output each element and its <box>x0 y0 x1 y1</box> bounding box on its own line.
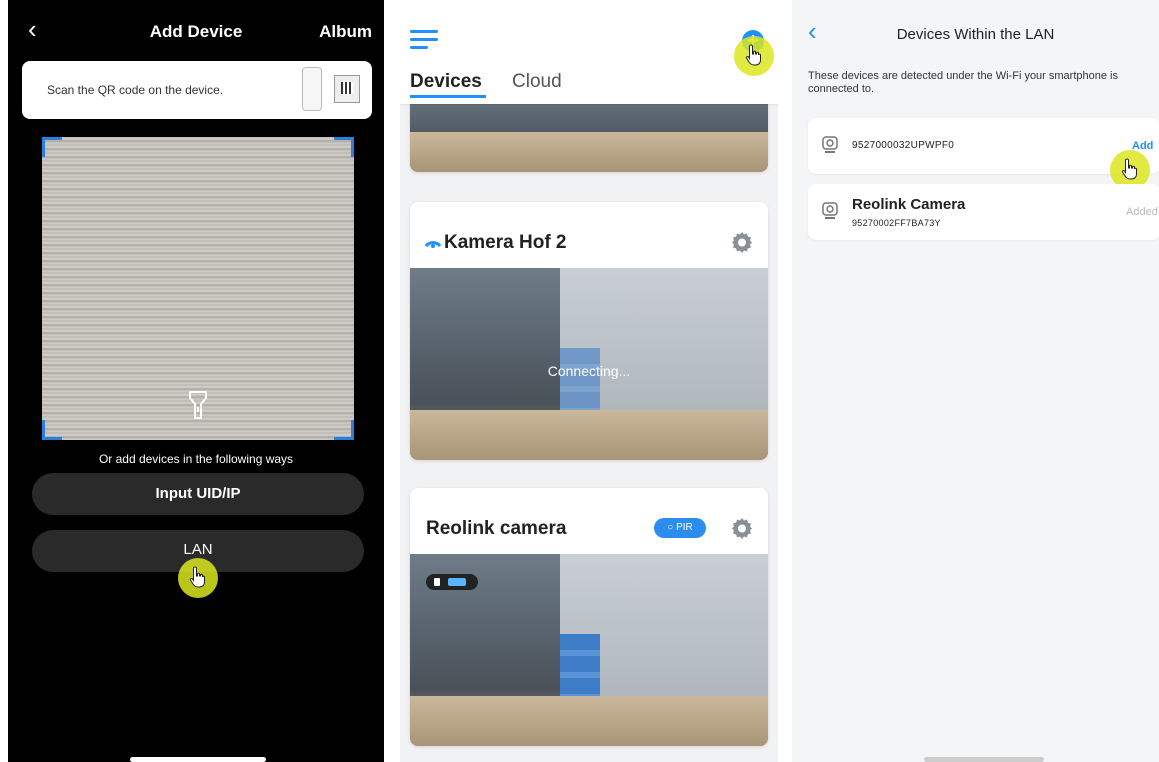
device-name: Kamera Hof 2 <box>444 232 567 253</box>
hand-pointer-icon <box>189 566 205 588</box>
tap-indicator <box>178 558 218 598</box>
hand-pointer-icon <box>745 44 761 66</box>
added-status: Added <box>1126 206 1158 218</box>
alternative-ways-text: Or add devices in the following ways <box>98 452 294 466</box>
viewfinder-corner <box>42 137 62 157</box>
lan-device-row[interactable]: 9527000032UPWPF0 Add <box>808 118 1159 190</box>
gear-icon[interactable] <box>730 516 754 540</box>
preview-boxes <box>560 348 600 418</box>
qr-code-illustration-icon <box>334 75 360 103</box>
camera-preview[interactable] <box>410 554 768 746</box>
preview-floor <box>410 696 768 746</box>
scan-hint-text: Scan the QR code on the device. <box>47 83 224 97</box>
hand-pointer-icon <box>1121 158 1137 180</box>
active-tab-underline <box>410 95 486 98</box>
preview-floor <box>410 410 768 460</box>
device-uid: 95270002FF7BA73Y <box>852 218 941 228</box>
connecting-status: Connecting... <box>547 363 631 379</box>
flashlight-icon[interactable] <box>188 390 208 420</box>
scan-hint-card: Scan the QR code on the device. <box>22 61 372 119</box>
input-uid-ip-button[interactable]: Input UID/IP <box>32 473 364 515</box>
album-button[interactable]: Album <box>319 22 372 42</box>
phone-illustration-icon <box>302 67 322 111</box>
device-name: Reolink camera <box>426 518 567 539</box>
viewfinder-corner <box>334 137 354 157</box>
gear-icon[interactable] <box>730 230 754 254</box>
home-indicator <box>924 757 1044 762</box>
camera-device-icon <box>822 202 838 219</box>
camera-viewfinder <box>42 137 354 440</box>
tab-cloud[interactable]: Cloud <box>512 71 562 93</box>
camera-preview[interactable]: Connecting... <box>410 268 768 460</box>
devices-screen: Devices Cloud + Kamera Hof 2 Conn <box>400 0 778 762</box>
tap-indicator <box>734 36 774 76</box>
pir-badge[interactable]: ○ PIR <box>654 518 706 538</box>
wifi-icon <box>424 241 442 248</box>
lan-device-row[interactable]: Reolink Camera 95270002FF7BA73Y Added <box>808 184 1159 240</box>
add-device-screen: ‹ Add Device Album Scan the QR code on t… <box>8 0 384 762</box>
devices-header: Devices Cloud + <box>400 0 778 104</box>
device-card-reolink-camera[interactable]: Reolink camera ○ PIR <box>410 488 768 746</box>
device-card-kamera-hof-2[interactable]: Kamera Hof 2 Connecting... <box>410 202 768 460</box>
battery-charging-icon <box>426 574 478 590</box>
camera-device-icon <box>822 136 838 153</box>
viewfinder-corner <box>334 420 354 440</box>
device-uid: 9527000032UPWPF0 <box>852 140 955 151</box>
device-name: Reolink Camera <box>852 196 966 213</box>
hamburger-menu-icon[interactable] <box>410 30 438 52</box>
viewfinder-corner <box>42 420 62 440</box>
lan-description: These devices are detected under the Wi-… <box>808 70 1118 95</box>
battery-cell <box>448 578 466 586</box>
home-indicator <box>130 757 266 762</box>
preview-floor <box>410 132 768 172</box>
preview-boxes <box>560 634 600 704</box>
pir-badge-label: PIR <box>676 522 693 533</box>
lan-devices-screen: ‹ Devices Within the LAN These devices a… <box>792 0 1159 762</box>
plug-icon <box>434 578 440 586</box>
page-title: Devices Within the LAN <box>896 26 1055 43</box>
tab-devices[interactable]: Devices <box>410 71 482 93</box>
